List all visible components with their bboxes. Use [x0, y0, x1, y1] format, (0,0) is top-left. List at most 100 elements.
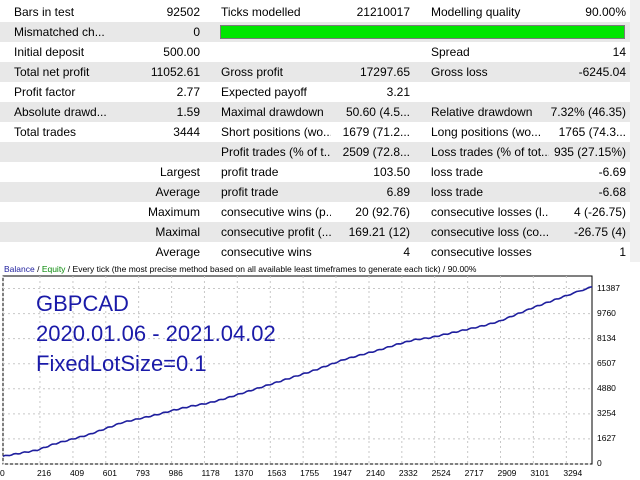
report-cell-c1v: Average — [155, 245, 200, 259]
report-cell-c3v: 90.00% — [585, 5, 626, 19]
report-cell-c2v: 20 (92.76) — [355, 205, 410, 219]
legend-equity: Equity — [41, 264, 66, 274]
report-cell-c3v: 14 — [612, 45, 626, 59]
y-tick-label: 0 — [597, 458, 602, 468]
report-cell-c1v: 11052.61 — [150, 65, 200, 79]
report-cell-c1v: 2.77 — [176, 85, 200, 99]
report-cell-c3v: 1765 (74.3... — [558, 125, 626, 139]
report-row: Bars in test 92502 Ticks modelled 21210017 M… — [0, 2, 630, 22]
x-tick-label: 1370 — [234, 468, 254, 478]
x-tick-label: 3294 — [563, 468, 583, 478]
report-cell-c1l: Profit factor — [14, 85, 76, 99]
report-row: Largest profit trade 103.50 loss trade -6.69 — [0, 162, 630, 182]
y-tick-label: 9760 — [597, 307, 616, 318]
y-tick-label: 3254 — [597, 407, 616, 418]
x-tick-label: 1755 — [300, 468, 320, 478]
report-cell-c1v: 500.00 — [163, 45, 200, 59]
report-scrollbar[interactable] — [630, 0, 640, 262]
report-cell-c2v: 6.89 — [386, 185, 410, 199]
report-row: Total net profit 11052.61 Gross profit 1729… — [0, 62, 630, 82]
report-cell-c2v: 50.60 (4.5... — [345, 105, 410, 119]
x-tick-label: 2909 — [497, 468, 517, 478]
report-cell-c3v: -26.75 (4) — [573, 225, 626, 239]
report-cell-c1l: Bars in test — [14, 5, 75, 19]
report-cell-c1v: Maximum — [147, 205, 200, 219]
report-cell-c1l — [14, 182, 108, 202]
report-cell-c2v: 103.50 — [373, 165, 410, 179]
report-cell-c1v: 1.59 — [176, 105, 200, 119]
report-cell-c2v: 3.21 — [386, 85, 410, 99]
legend-sep: / — [34, 264, 42, 274]
x-tick-label: 2332 — [398, 468, 418, 478]
y-tick-label: 8134 — [597, 332, 616, 343]
report-cell-c2v: 21210017 — [356, 5, 410, 19]
report-row: Total trades 3444 Short positions (wo... 16… — [0, 122, 630, 142]
report-row: Absolute drawd... 1.59 Maximal drawdown 50.… — [0, 102, 630, 122]
report-cell-c1l: Total net profit — [14, 65, 90, 79]
y-tick-label: 4880 — [597, 382, 616, 393]
report-cell-c2v: 4 — [403, 245, 410, 259]
x-tick-label: 3101 — [530, 468, 550, 478]
x-tick-label: 409 — [69, 468, 85, 478]
report-cell-c3v: 935 (27.15%) — [553, 145, 626, 159]
report-cell-c1v: 3444 — [173, 125, 200, 139]
report-row: Mismatched ch... 0 — [0, 22, 630, 42]
report-cell-c1v: 0 — [193, 25, 200, 39]
report-cell-c1v: Largest — [159, 165, 200, 179]
y-tick-label: 6507 — [597, 357, 616, 368]
report-cell-c1l — [14, 222, 108, 242]
x-tick-label: 986 — [168, 468, 183, 478]
report-cell-c1l — [14, 142, 108, 162]
x-tick-label: 1947 — [332, 468, 352, 478]
report-cell-c1l: Initial deposit — [14, 45, 85, 59]
report-cell-c3v: 1 — [619, 245, 626, 259]
report-row: Initial deposit 500.00 Spread 14 — [0, 42, 630, 62]
report-row: Profit factor 2.77 Expected payoff 3.21 — [0, 82, 630, 102]
report-cell-c1l: Mismatched ch... — [14, 25, 105, 39]
report-cell-c1v: Maximal — [155, 225, 200, 239]
x-tick-label: 2717 — [464, 468, 484, 478]
overlay-symbol: GBPCAD — [36, 291, 129, 316]
report-row: Profit trades (% of t... 2509 (72.8... Los… — [0, 142, 630, 162]
report-cell-c1l — [14, 242, 108, 262]
report-cell-c1v: 92502 — [166, 5, 200, 19]
report-cell-c3v: -6245.04 — [578, 65, 626, 79]
report-cell-c3v: -6.69 — [598, 165, 626, 179]
y-tick-label: 1627 — [597, 432, 616, 443]
report-row: Maximal consecutive profit (... 169.21 (12… — [0, 222, 630, 242]
x-tick-label: 1178 — [201, 468, 220, 478]
report-row: Average consecutive wins 4 consecutive loss… — [0, 242, 630, 262]
report-cell-c2v — [300, 42, 410, 62]
legend-description: / Every tick (the most precise method ba… — [65, 264, 477, 274]
legend-balance: Balance — [4, 264, 35, 274]
report-cell-c1l — [14, 162, 108, 182]
report-cell-c3v: -6.68 — [598, 185, 626, 199]
overlay-date-range: 2020.01.06 - 2021.04.02 — [36, 321, 276, 346]
balance-chart: Balance / Equity / Every tick (the most … — [0, 262, 640, 480]
report-cell-c2v: 169.21 (12) — [348, 225, 410, 239]
report-cell-c3v: 4 (-26.75) — [573, 205, 626, 219]
x-tick-label: 1563 — [267, 468, 287, 478]
x-tick-label: 601 — [102, 468, 117, 478]
report-cell-c1v: Average — [155, 185, 200, 199]
report-cell-c1l: Total trades — [14, 125, 77, 139]
chart-header: Balance / Equity / Every tick (the most … — [4, 264, 476, 275]
y-tick-label: 11387 — [597, 282, 621, 293]
report-row: Average profit trade 6.89 loss trade -6.68 — [0, 182, 630, 202]
backtest-report: Bars in test 92502 Ticks modelled 21210017 M… — [0, 0, 630, 262]
report-cell-c2v: 1679 (71.2... — [342, 125, 410, 139]
x-tick-label: 0 — [0, 468, 5, 478]
report-cell-c3v — [520, 82, 626, 102]
report-cell-c1l — [14, 202, 108, 222]
overlay-parameters: FixedLotSize=0.1 — [36, 351, 207, 376]
x-tick-label: 793 — [135, 468, 150, 478]
x-tick-label: 216 — [36, 468, 52, 478]
report-cell-c1v — [108, 142, 200, 162]
report-row: Maximum consecutive wins (p... 20 (92.76) c… — [0, 202, 630, 222]
report-cell-c2v: 17297.65 — [359, 65, 410, 79]
x-tick-label: 2524 — [431, 468, 451, 478]
report-cell-c1l: Absolute drawd... — [14, 105, 107, 119]
report-cell-c2v: 2509 (72.8... — [342, 145, 410, 159]
report-cell-c3v: 7.32% (46.35) — [550, 105, 626, 119]
x-tick-label: 2140 — [365, 468, 385, 478]
